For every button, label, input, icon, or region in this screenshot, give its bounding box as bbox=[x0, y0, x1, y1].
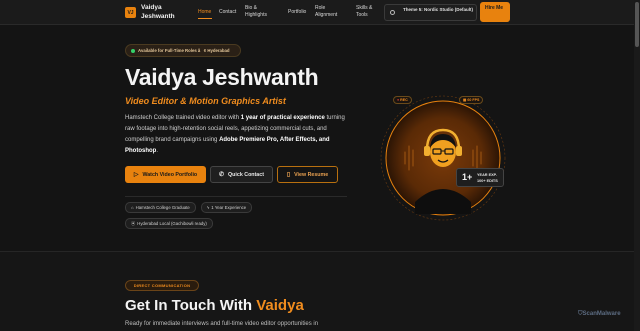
theme-icon bbox=[390, 10, 395, 15]
document-icon: ▯ bbox=[286, 171, 291, 178]
logo-badge[interactable]: VJ bbox=[125, 7, 136, 18]
fps-badge: ▦ 60 FPS bbox=[459, 96, 484, 104]
avatar-illustration: ● REC ▦ 60 FPS bbox=[379, 94, 507, 222]
chip-location: ⦿ Hyderabad Local (Gachibowli ready) bbox=[125, 218, 213, 229]
hero-name: Vaidya Jeshwanth bbox=[125, 64, 319, 90]
experience-label: YEAR EXP. 100+ EDITS bbox=[477, 173, 498, 183]
nav-contact[interactable]: Contact bbox=[219, 9, 236, 16]
graduation-cap-icon: ⌂ bbox=[131, 205, 134, 210]
contact-pill: DIRECT COMMUNICATION bbox=[125, 280, 199, 291]
theme-select-label: Theme 5: Nordic Studio (Default) bbox=[403, 7, 474, 12]
bolt-icon: ϟ bbox=[207, 205, 210, 210]
watch-portfolio-button[interactable]: ▷ Watch Video Portfolio bbox=[125, 166, 206, 183]
nav-bio[interactable]: Bio & Highlights bbox=[245, 5, 275, 19]
availability-text: Available for Full-Time Roles â¢ Hydera… bbox=[138, 47, 230, 53]
nav-skills[interactable]: Skills & Tools bbox=[356, 5, 380, 19]
theme-select[interactable]: Theme 5: Nordic Studio (Default) bbox=[384, 4, 477, 21]
experience-card: 1+ YEAR EXP. 100+ EDITS bbox=[456, 168, 504, 187]
play-icon: ▷ bbox=[133, 171, 139, 178]
view-resume-button[interactable]: ▯ View Resume bbox=[277, 166, 338, 183]
watermark-logo: ⛉ScanMalware bbox=[578, 311, 621, 317]
availability-badge: Available for Full-Time Roles â¢ Hydera… bbox=[125, 44, 241, 57]
page-scrollbar[interactable] bbox=[634, 0, 640, 331]
nav-portfolio[interactable]: Portfolio bbox=[288, 9, 306, 16]
quick-contact-button[interactable]: ✆ Quick Contact bbox=[210, 166, 273, 183]
record-dot-icon: ● bbox=[397, 98, 400, 102]
top-nav: VJ Vaidya Jeshwanth Home Contact Bio & H… bbox=[0, 0, 634, 25]
scrollbar-thumb[interactable] bbox=[635, 2, 639, 47]
nav-role-alignment[interactable]: Role Alignment bbox=[315, 5, 345, 19]
nav-active-indicator bbox=[198, 18, 212, 19]
nav-home[interactable]: Home bbox=[198, 9, 211, 16]
rec-badge: ● REC bbox=[393, 96, 412, 104]
film-icon: ▦ bbox=[463, 98, 467, 102]
contact-subtitle: Ready for immediate interviews and full-… bbox=[125, 321, 319, 327]
hero-divider bbox=[125, 196, 347, 197]
location-pin-icon: ⦿ bbox=[131, 220, 136, 226]
online-dot-icon bbox=[131, 49, 135, 53]
chip-experience: ϟ1 Year Experience bbox=[201, 202, 253, 213]
hire-me-button[interactable]: Hire Me bbox=[480, 2, 510, 22]
hero-description: Hamstech College trained video editor wi… bbox=[125, 115, 345, 154]
phone-icon: ✆ bbox=[219, 171, 225, 178]
contact-title: Get In Touch With Vaidya bbox=[125, 297, 304, 314]
contact-section bbox=[0, 251, 634, 331]
experience-value: 1+ bbox=[462, 172, 473, 182]
chip-graduate: ⌂ Hamstech College Graduate bbox=[125, 202, 196, 213]
avatar-svg bbox=[380, 95, 506, 221]
brand-name[interactable]: Vaidya Jeshwanth bbox=[141, 3, 181, 21]
hero-role: Video Editor & Motion Graphics Artist bbox=[125, 96, 286, 106]
